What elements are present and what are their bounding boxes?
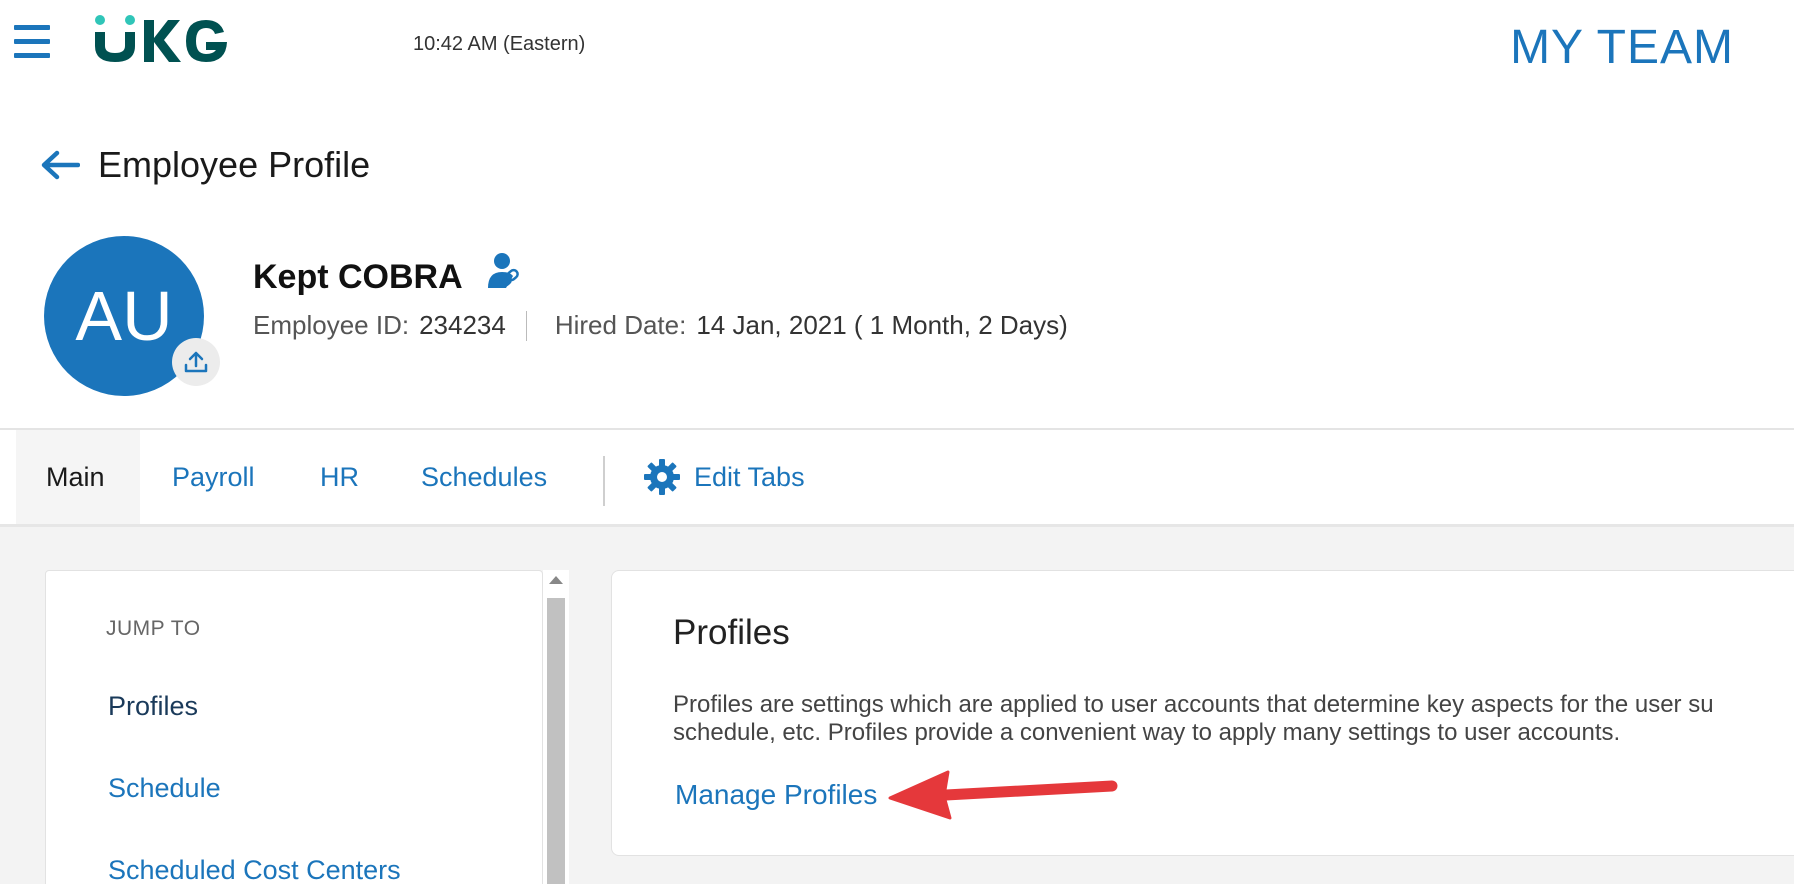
upload-photo-button[interactable] bbox=[172, 338, 220, 386]
employee-id-value: 234234 bbox=[419, 310, 506, 340]
page-title: Employee Profile bbox=[98, 144, 371, 185]
gear-icon bbox=[644, 459, 680, 495]
profiles-card-description: Profiles are settings which are applied … bbox=[673, 691, 1794, 747]
jump-to-panel: JUMP TO Profiles Schedule Scheduled Cost… bbox=[45, 570, 543, 884]
description-line-1: Profiles are settings which are applied … bbox=[673, 691, 1714, 718]
menu-icon[interactable] bbox=[14, 22, 50, 62]
hired-date-value: 14 Jan, 2021 ( 1 Month, 2 Days) bbox=[696, 310, 1068, 340]
jump-panel-scrollbar[interactable] bbox=[543, 570, 569, 884]
meta-divider bbox=[525, 310, 527, 341]
tab-payroll[interactable]: Payroll bbox=[172, 430, 255, 524]
top-bar: 10:42 AM (Eastern) MY TEAM bbox=[0, 0, 1794, 90]
description-line-2: schedule, etc. Profiles provide a conven… bbox=[673, 719, 1621, 746]
tab-main[interactable]: Main bbox=[0, 430, 140, 524]
section-title: MY TEAM bbox=[1510, 21, 1734, 74]
ukg-logo bbox=[95, 15, 227, 62]
tab-hr[interactable]: HR bbox=[320, 430, 359, 524]
tab-edit-tabs[interactable]: Edit Tabs bbox=[642, 430, 805, 524]
profiles-card: Profiles Profiles are settings which are… bbox=[611, 570, 1794, 856]
employee-meta: Employee ID: 234234 Hired Date: 14 Jan, … bbox=[253, 310, 1068, 341]
jump-to-label: JUMP TO bbox=[106, 617, 201, 640]
manage-profiles-link[interactable]: Manage Profiles bbox=[675, 779, 877, 811]
hired-date-label: Hired Date: bbox=[554, 310, 687, 340]
annotation-arrow-icon bbox=[888, 770, 1118, 820]
tab-schedules[interactable]: Schedules bbox=[421, 430, 547, 524]
tab-divider bbox=[603, 456, 605, 506]
tab-bar: Main Payroll HR Schedules Edit Tabs bbox=[0, 430, 1794, 526]
profiles-card-title: Profiles bbox=[673, 613, 790, 652]
jump-item-schedule[interactable]: Schedule bbox=[108, 773, 221, 804]
jump-item-scheduled-cost-centers[interactable]: Scheduled Cost Centers bbox=[108, 855, 401, 884]
back-arrow-icon[interactable] bbox=[40, 145, 86, 185]
linked-user-icon[interactable] bbox=[484, 250, 528, 294]
current-time: 10:42 AM (Eastern) bbox=[413, 33, 586, 55]
upload-icon bbox=[184, 351, 208, 373]
employee-id-label: Employee ID: bbox=[253, 310, 410, 340]
scroll-up-arrow-icon[interactable] bbox=[549, 576, 563, 584]
page-header: Employee Profile bbox=[40, 140, 370, 190]
scroll-thumb[interactable] bbox=[547, 598, 565, 884]
employee-name: Kept COBRA bbox=[253, 258, 463, 296]
jump-item-profiles[interactable]: Profiles bbox=[108, 691, 198, 722]
